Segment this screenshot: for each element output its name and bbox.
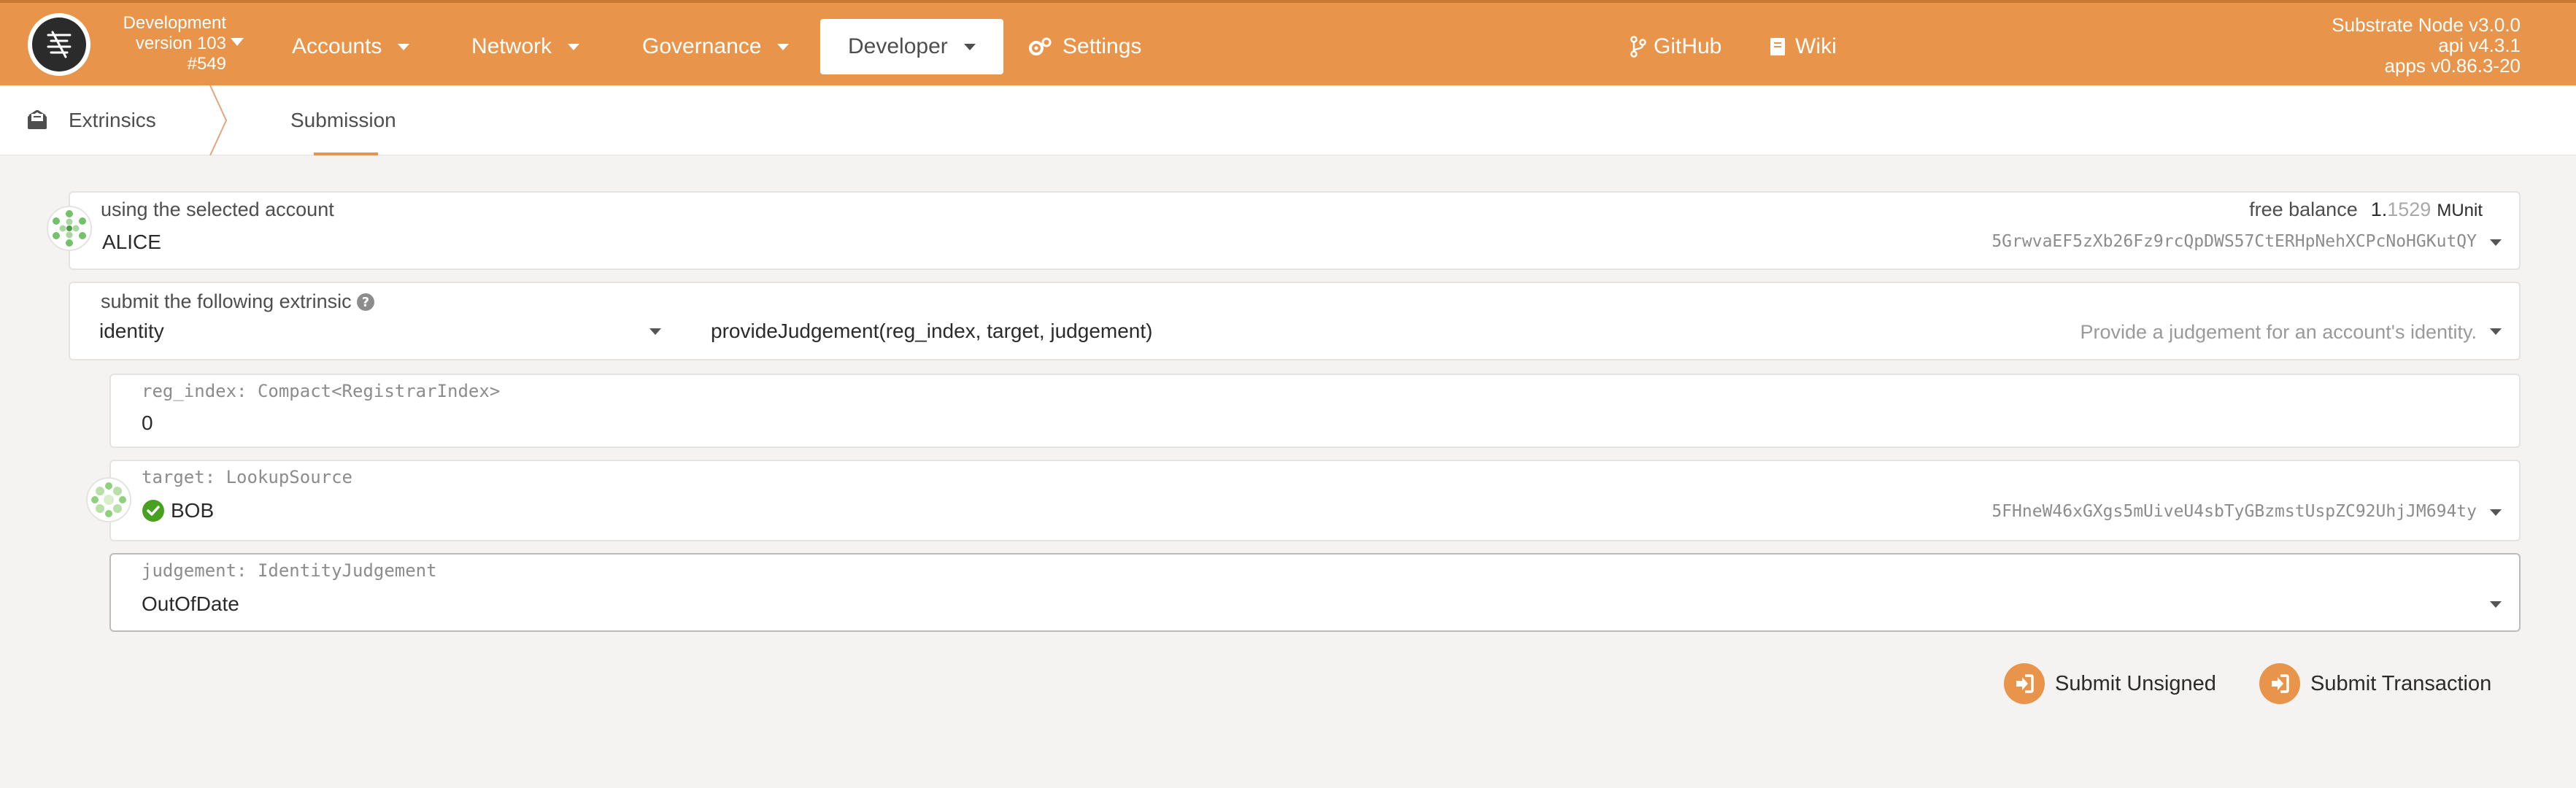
link-github[interactable]: GitHub bbox=[1630, 19, 1721, 74]
nav-settings-label: Settings bbox=[1063, 34, 1142, 58]
node-name: Substrate Node v3.0.0 bbox=[2332, 14, 2521, 36]
balance-main: 1. bbox=[2370, 198, 2388, 220]
extrinsic-label: submit the following extrinsic bbox=[101, 290, 352, 312]
method-description: Provide a judgement for an account's ide… bbox=[2080, 321, 2477, 343]
substrate-logo[interactable] bbox=[28, 13, 90, 76]
apps-version: apps v0.86.3-20 bbox=[2384, 55, 2521, 77]
target-identicon[interactable] bbox=[86, 477, 131, 522]
submit-transaction-label: Submit Transaction bbox=[2310, 671, 2492, 695]
help-icon[interactable]: ? bbox=[356, 293, 375, 312]
submit-unsigned-button[interactable]: Submit Unsigned bbox=[2004, 663, 2216, 705]
chain-selector[interactable]: Development version 103 #549 bbox=[102, 13, 226, 74]
chevron-down-icon bbox=[777, 43, 790, 50]
chevron-down-icon bbox=[2490, 601, 2502, 608]
link-github-label: GitHub bbox=[1654, 34, 1722, 58]
active-tab-indicator bbox=[314, 152, 378, 155]
chevron-down-icon[interactable] bbox=[2490, 509, 2502, 516]
section-extrinsics: Extrinsics bbox=[26, 85, 156, 155]
verified-check-icon bbox=[142, 500, 164, 522]
reg-index-label: reg_index: Compact<RegistrarIndex> bbox=[142, 381, 501, 401]
target-label: target: LookupSource bbox=[142, 467, 352, 487]
target-address: 5FHneW46xGXgs5mUiveU4sbTyGBzmstUspZC92Uh… bbox=[1991, 502, 2477, 521]
free-balance-label: free balance bbox=[2249, 198, 2358, 220]
judgement-dropdown[interactable]: judgement: IdentityJudgement OutOfDate bbox=[109, 553, 2521, 632]
top-navigation-bar: Development version 103 #549 Accounts Ne… bbox=[0, 0, 2576, 85]
chain-name: Development bbox=[123, 13, 226, 33]
tab-submission-label: Submission bbox=[290, 109, 396, 131]
method-value: provideJudgement(reg_index, target, judg… bbox=[711, 320, 1153, 342]
sign-in-icon bbox=[2259, 663, 2300, 704]
reg-index-value: 0 bbox=[142, 412, 153, 434]
nav-developer-label: Developer bbox=[848, 34, 948, 58]
version-info: Substrate Node v3.0.0 api v4.3.1 apps v0… bbox=[2332, 15, 2521, 76]
gears-icon bbox=[1029, 37, 1052, 55]
extrinsic-label-row: submit the following extrinsic ? bbox=[101, 290, 375, 313]
chevron-down-icon bbox=[963, 43, 976, 50]
book-icon bbox=[1770, 38, 1785, 55]
tab-bar: Extrinsics Submission bbox=[0, 85, 2576, 155]
balance-unit: MUnit bbox=[2437, 201, 2483, 220]
module-dropdown[interactable]: identity bbox=[70, 314, 673, 359]
chevron-down-icon[interactable] bbox=[2490, 239, 2502, 246]
envelope-open-icon bbox=[28, 110, 47, 129]
nav-accounts-label: Accounts bbox=[292, 34, 382, 58]
balance-fraction: 1529 bbox=[2387, 198, 2432, 220]
chevron-down-icon bbox=[398, 43, 410, 50]
account-name: ALICE bbox=[102, 231, 161, 253]
target-name: BOB bbox=[171, 499, 215, 522]
account-identicon[interactable] bbox=[47, 206, 92, 251]
chain-version: version 103 bbox=[135, 34, 226, 53]
target-selector[interactable]: target: LookupSource BOB 5FHneW46xGXgs5m… bbox=[109, 460, 2521, 541]
nav-governance-label: Governance bbox=[642, 34, 762, 58]
submit-unsigned-label: Submit Unsigned bbox=[2055, 671, 2216, 695]
nav-accounts[interactable]: Accounts bbox=[292, 19, 410, 74]
nav-settings[interactable]: Settings bbox=[1027, 19, 1141, 74]
target-account: BOB bbox=[142, 499, 214, 522]
submit-transaction-button[interactable]: Submit Transaction bbox=[2259, 663, 2491, 705]
tab-divider bbox=[209, 85, 228, 155]
link-wiki-label: Wiki bbox=[1795, 34, 1837, 58]
identicon-icon bbox=[91, 482, 126, 517]
judgement-value: OutOfDate bbox=[142, 592, 239, 615]
code-branch-icon bbox=[1630, 36, 1646, 58]
nav-governance[interactable]: Governance bbox=[642, 19, 790, 74]
chevron-down-icon bbox=[649, 328, 661, 335]
method-dropdown[interactable]: provideJudgement(reg_index, target, judg… bbox=[676, 314, 2519, 359]
nav-developer[interactable]: Developer bbox=[820, 19, 1003, 74]
judgement-label: judgement: IdentityJudgement bbox=[142, 560, 437, 581]
chevron-down-icon[interactable] bbox=[231, 38, 244, 47]
reg-index-input[interactable]: reg_index: Compact<RegistrarIndex> 0 bbox=[109, 374, 2521, 448]
tab-submission[interactable]: Submission bbox=[290, 85, 396, 155]
block-number: #549 bbox=[187, 54, 226, 74]
sign-in-icon bbox=[2004, 663, 2045, 704]
account-selector[interactable]: using the selected account ALICE free ba… bbox=[69, 191, 2521, 270]
account-address: 5GrwvaEF5zXb26Fz9rcQpDWS57CtERHpNehXCPcN… bbox=[1991, 232, 2477, 251]
account-label: using the selected account bbox=[101, 198, 334, 220]
chevron-down-icon bbox=[568, 43, 580, 50]
chevron-down-icon bbox=[2490, 328, 2502, 335]
api-version: api v4.3.1 bbox=[2438, 34, 2521, 56]
free-balance: free balance 1. 1529 MUnit bbox=[2249, 198, 2483, 221]
nav-network-label: Network bbox=[471, 34, 552, 58]
module-value: identity bbox=[99, 320, 164, 342]
svg-text:?: ? bbox=[361, 295, 369, 310]
section-extrinsics-label: Extrinsics bbox=[69, 109, 156, 131]
link-wiki[interactable]: Wiki bbox=[1769, 19, 1837, 74]
identicon-icon bbox=[53, 210, 86, 247]
nav-network[interactable]: Network bbox=[471, 19, 580, 74]
